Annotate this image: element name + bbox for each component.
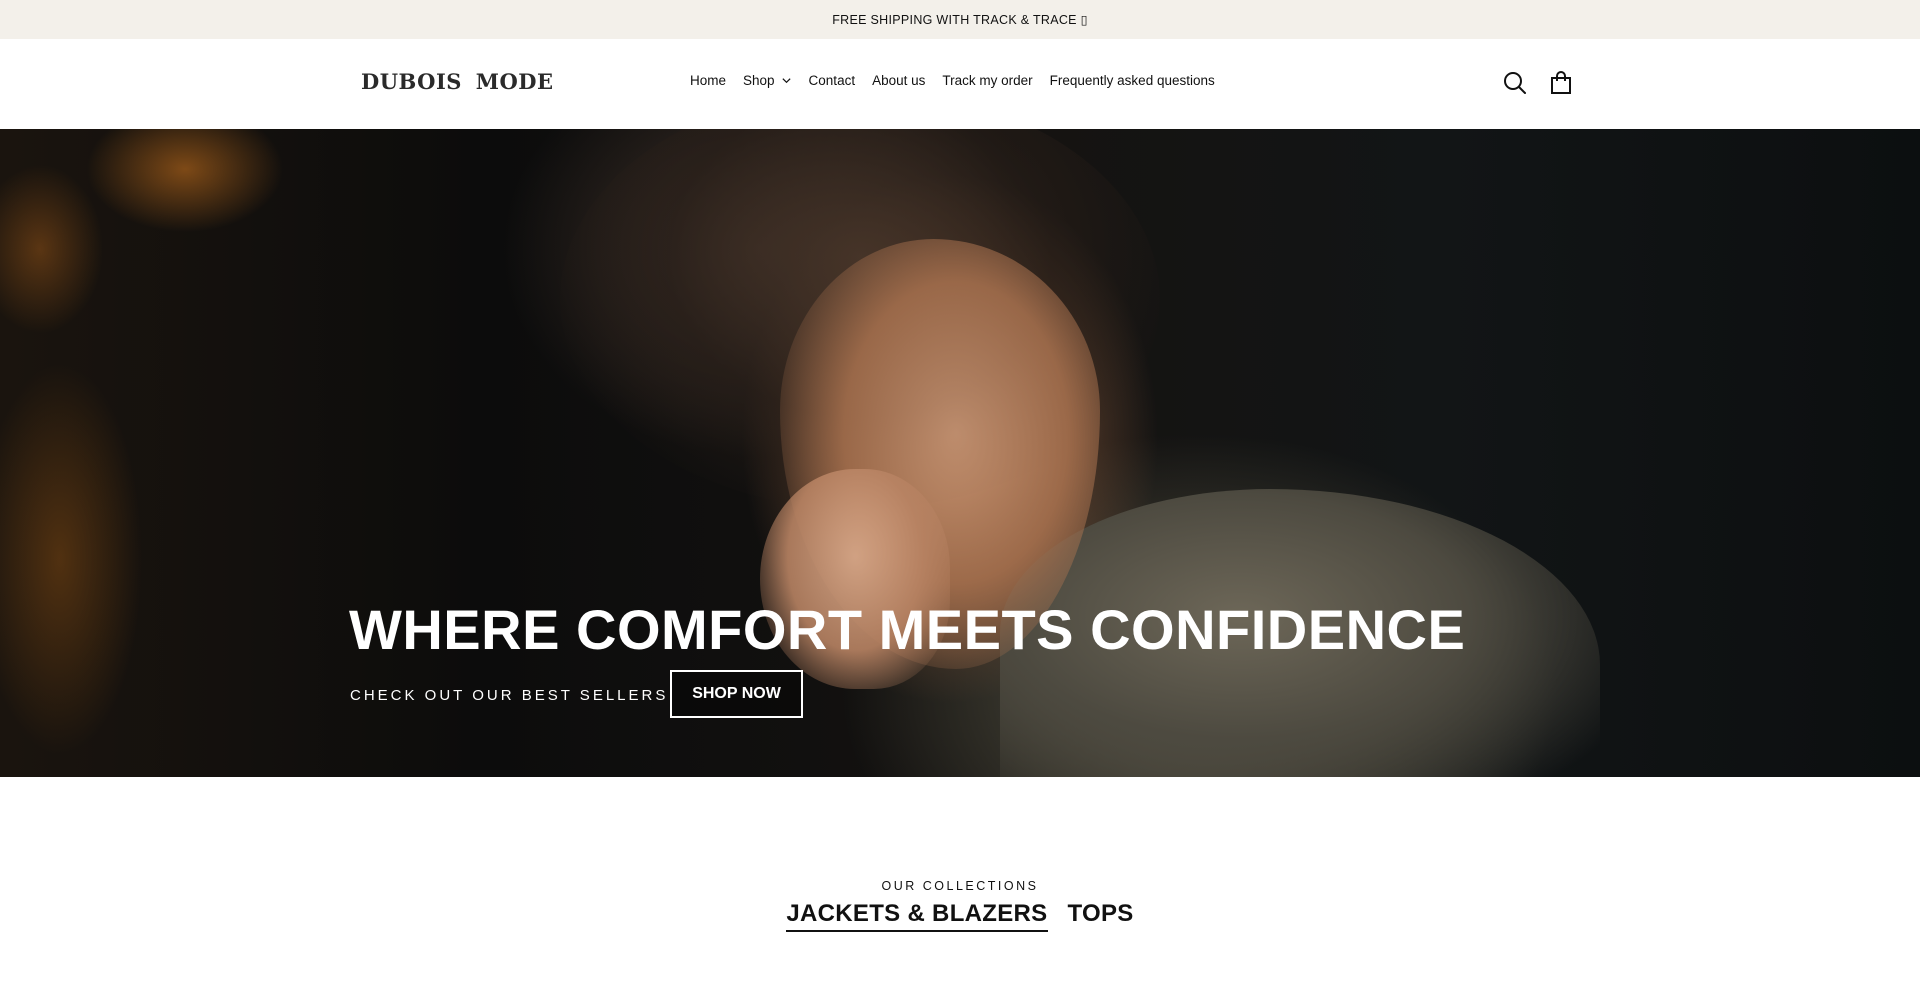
tab-jackets-blazers[interactable]: JACKETS & BLAZERS <box>786 900 1048 932</box>
nav-home[interactable]: Home <box>690 73 726 88</box>
logo[interactable]: DUBOIS MODE <box>361 69 554 94</box>
hero-subtitle: CHECK OUT OUR BEST SELLERS <box>350 687 669 704</box>
nav-home-label: Home <box>690 73 727 88</box>
site-header: DUBOIS MODE Home Shop Contact About us T… <box>0 39 1920 129</box>
nav-contact-label: Contact <box>808 73 856 88</box>
collections-label: OUR COLLECTIONS <box>881 879 1039 893</box>
announcement-bar: FREE SHIPPING WITH TRACK & TRACE ▯ <box>0 0 1920 39</box>
nav-shop[interactable]: Shop <box>743 73 792 88</box>
tab-tops[interactable]: TOPS <box>1068 900 1134 932</box>
nav-track-order[interactable]: Track my order <box>942 73 1032 88</box>
nav-track-order-label: Track my order <box>942 73 1033 88</box>
cart-bag-icon[interactable] <box>1548 70 1574 96</box>
nav-faq-label: Frequently asked questions <box>1049 73 1215 88</box>
nav-faq[interactable]: Frequently asked questions <box>1050 73 1215 88</box>
nav-about-us-label: About us <box>872 73 926 88</box>
collection-tabs: JACKETS & BLAZERS TOPS <box>0 900 1920 932</box>
announcement-text: FREE SHIPPING WITH TRACK & TRACE ▯ <box>832 13 1088 27</box>
header-actions <box>1502 70 1574 96</box>
search-icon[interactable] <box>1502 70 1528 96</box>
nav-shop-label: Shop <box>743 73 775 88</box>
nav-about-us[interactable]: About us <box>872 73 925 88</box>
nav-contact[interactable]: Contact <box>809 73 856 88</box>
chevron-down-icon <box>781 78 791 84</box>
main-nav: Home Shop Contact About us Track my orde… <box>690 73 1215 88</box>
hero-banner: WHERE COMFORT MEETS CONFIDENCE CHECK OUT… <box>0 129 1920 777</box>
shop-now-button[interactable]: SHOP NOW <box>670 670 803 718</box>
hero-title: WHERE COMFORT MEETS CONFIDENCE <box>349 598 1466 661</box>
